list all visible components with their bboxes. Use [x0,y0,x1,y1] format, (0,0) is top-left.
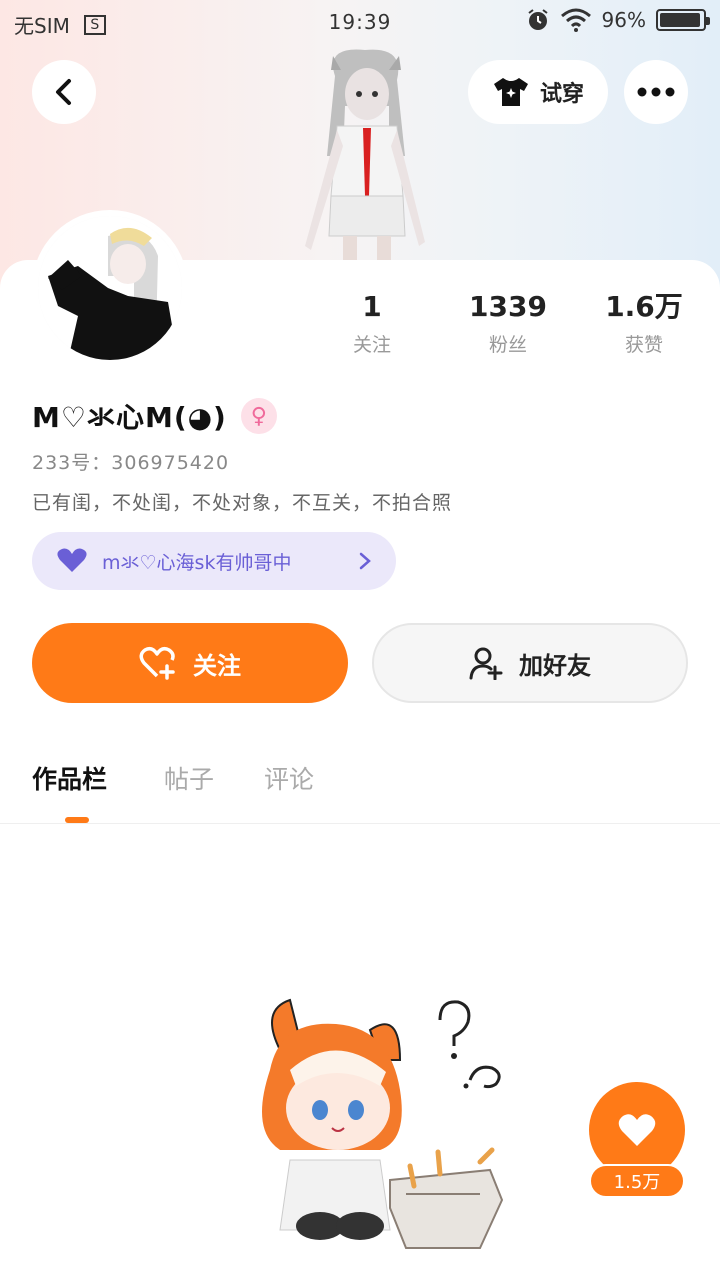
stat-value: 1.6万 [605,290,683,323]
stat-followers[interactable]: 1339 粉丝 [448,290,568,357]
active-tab-indicator [65,817,89,823]
stat-likes[interactable]: 1.6万 获赞 [584,290,704,357]
stat-following[interactable]: 1 关注 [312,290,432,357]
empty-state-illustration [262,998,504,1249]
alarm-icon [527,9,548,30]
fan-group-pill[interactable]: m氺♡心海sk有帅哥中 [32,532,396,590]
add-friend-button[interactable]: 加好友 [372,623,688,703]
battery-percent: 96% [601,8,646,32]
female-icon: ♀ [240,398,277,434]
follow-label: 关注 [193,651,241,680]
back-button[interactable] [32,60,96,124]
try-on-label: 试穿 [539,82,584,107]
avatar-illustration [38,216,182,360]
follow-button[interactable]: 关注 [32,623,348,703]
tab-works[interactable]: 作品栏 [32,760,107,796]
nickname: M♡氺心M(◕) [32,401,227,434]
heart-icon [57,548,87,572]
fan-group-text: m氺♡心海sk有帅哥中 [102,551,292,574]
user-id: 233号：306975420 [32,452,230,474]
tshirt-icon [493,78,528,106]
heart-plus-icon [139,646,175,680]
profile-tabs: 作品栏 帖子 评论 [0,750,720,824]
3d-avatar-figure [305,49,425,260]
chevron-right-icon [359,552,371,570]
like-count: 1.5万 [589,1164,685,1198]
status-bar: 无SIM S 19:39 96% [0,0,720,46]
wifi-icon [560,8,591,32]
stat-value: 1 [362,290,382,323]
add-user-icon [469,647,503,680]
stat-label: 关注 [352,334,391,356]
nickname-row: M♡氺心M(◕) ♀ [32,396,277,436]
stat-label: 获赞 [624,334,663,356]
stat-label: 粉丝 [488,334,527,356]
try-on-button[interactable]: 试穿 [468,60,608,124]
more-button[interactable] [624,60,688,124]
chevron-left-icon [56,79,71,105]
avatar[interactable] [32,210,188,366]
heart-icon [618,1114,656,1146]
tab-posts[interactable]: 帖子 [164,760,214,796]
battery-icon [656,9,710,31]
more-dots-icon [637,87,675,97]
add-friend-label: 加好友 [519,651,591,680]
tab-comments[interactable]: 评论 [264,760,314,796]
stat-value: 1339 [469,290,547,323]
bio: 已有闺，不处闺，不处对象，不互关，不拍合照 [32,492,453,514]
